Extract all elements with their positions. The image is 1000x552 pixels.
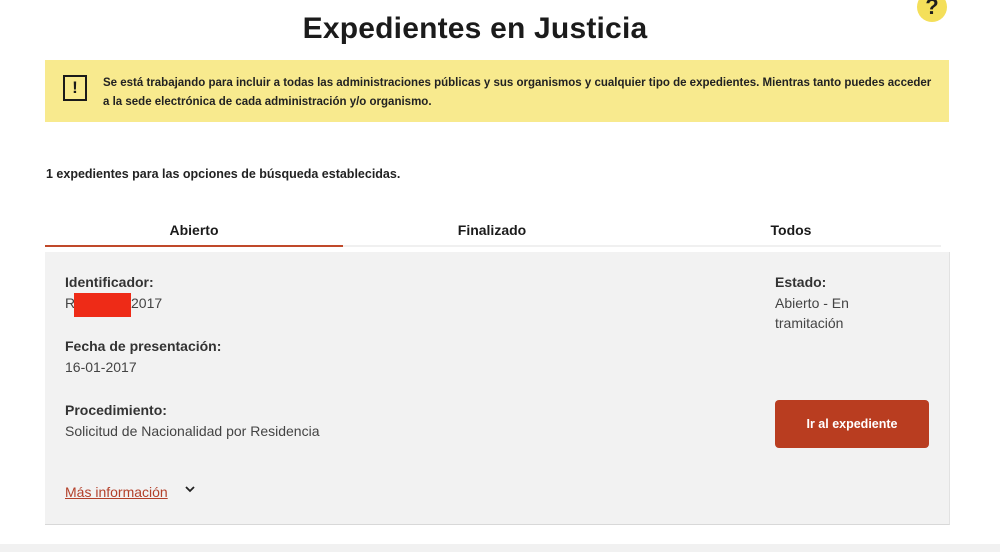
page-title: Expedientes en Justicia <box>302 12 648 46</box>
tab-abierto[interactable]: Abierto <box>45 218 343 247</box>
chevron-down-icon[interactable] <box>185 484 195 494</box>
identifier-label: Identificador: <box>65 274 154 290</box>
status-label: Estado: <box>775 274 827 290</box>
expediente-card: Identificador: R 2017 Fecha de presentac… <box>45 252 950 525</box>
more-info-link[interactable]: Más información <box>65 484 168 500</box>
date-value: 16-01-2017 <box>65 359 137 375</box>
identifier-suffix: 2017 <box>131 295 163 311</box>
status-tabs: Abierto Finalizado Todos <box>45 218 941 247</box>
date-label: Fecha de presentación: <box>65 338 222 354</box>
results-count: 1 expedientes para las opciones de búsqu… <box>46 167 401 181</box>
ir-al-expediente-button[interactable]: Ir al expediente <box>775 400 929 448</box>
info-notice: ! Se está trabajando para incluir a toda… <box>45 60 949 122</box>
tab-finalizado[interactable]: Finalizado <box>343 218 641 245</box>
redaction-block <box>74 293 131 317</box>
warning-icon: ! <box>63 75 87 101</box>
tab-todos[interactable]: Todos <box>641 218 941 245</box>
notice-text: Se está trabajando para incluir a todas … <box>103 77 932 108</box>
footer-strip <box>0 544 1000 552</box>
procedure-value: Solicitud de Nacionalidad por Residencia <box>65 423 320 439</box>
procedure-label: Procedimiento: <box>65 402 167 418</box>
status-value: Abierto - En tramitación <box>775 295 849 331</box>
